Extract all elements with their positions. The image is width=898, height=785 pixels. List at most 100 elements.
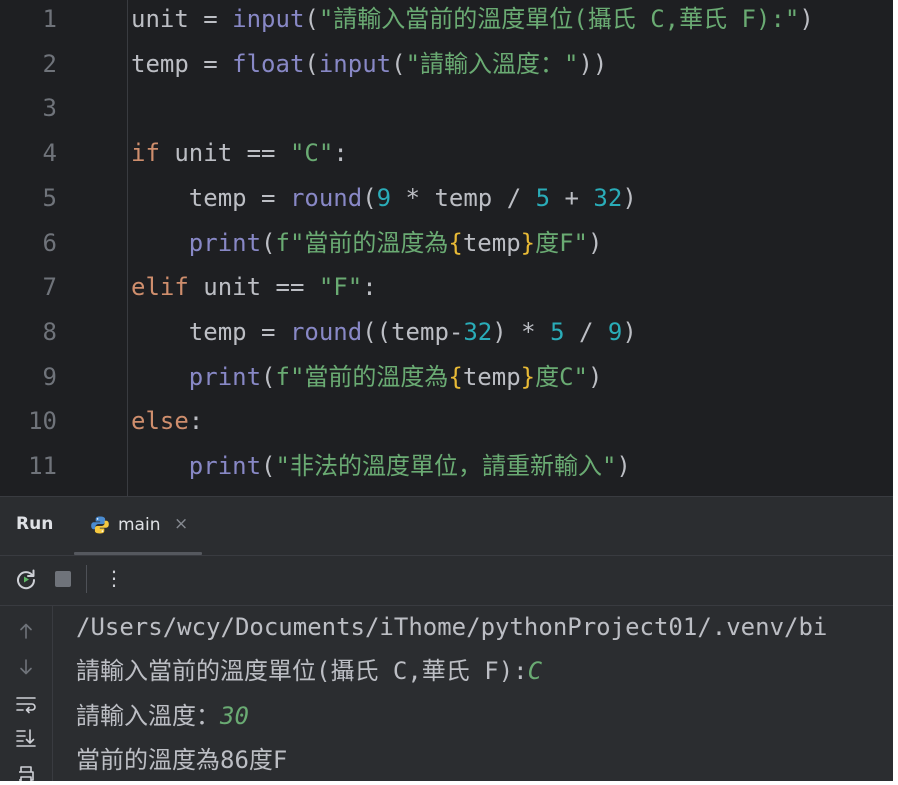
line-number: 6 (42, 228, 57, 257)
code-token: temp = (131, 183, 290, 212)
code-token: ) (616, 452, 631, 480)
line-number: 11 (28, 452, 57, 480)
line-number: 5 (42, 183, 57, 212)
print-icon[interactable] (14, 763, 38, 781)
console-line: 請輸入溫度：30 (76, 694, 249, 738)
line-number: 1 (42, 5, 57, 33)
line-number: 7 (42, 273, 57, 302)
code-token: unit = (131, 5, 233, 33)
code-token: ) (588, 362, 603, 391)
code-token: } (520, 362, 536, 391)
code-token: ((temp- (362, 317, 464, 346)
code-token: print (188, 362, 262, 391)
code-token: ( (304, 5, 319, 33)
code-token: { (448, 362, 463, 391)
code-token: ) (622, 317, 637, 346)
console-line: 請輸入當前的溫度單位(攝氏 C,華氏 F):C (76, 649, 542, 693)
code-token: )) (578, 49, 608, 78)
code-line: 4 if unit == "C": (0, 131, 893, 175)
line-number: 3 (42, 94, 57, 123)
scroll-down-icon[interactable] (14, 655, 38, 679)
code-line: 3 (0, 86, 893, 130)
code-line: 11 print("非法的溫度單位，請重新輸入") (0, 444, 893, 488)
close-icon[interactable]: × (174, 514, 188, 534)
user-input-text: 30 (220, 702, 249, 730)
code-text: unit = input("請輸入當前的溫度單位(攝氏 C,華氏 F):") (131, 0, 814, 41)
code-token: input (318, 49, 392, 78)
scroll-to-end-icon[interactable] (14, 726, 38, 750)
code-text: if unit == "C": (131, 131, 348, 175)
stop-icon[interactable] (55, 571, 71, 587)
code-token: 5 (550, 317, 565, 346)
code-text: temp = round((temp-32) * 5 / 9) (131, 310, 637, 354)
code-token: print (188, 228, 262, 257)
code-token: { (448, 228, 463, 257)
code-line: 7 elif unit == "F": (0, 265, 893, 309)
tab-label: main (118, 515, 161, 535)
line-number: 4 (42, 139, 57, 168)
code-token: input (232, 5, 305, 33)
code-token: : (362, 273, 377, 302)
scroll-up-icon[interactable] (14, 619, 38, 643)
code-token: : (188, 407, 204, 436)
code-token: round (289, 183, 363, 212)
run-title: Run (16, 514, 54, 534)
console-gutter (0, 605, 53, 781)
code-token: } (520, 228, 536, 257)
code-editor[interactable]: 1 unit = input("請輸入當前的溫度單位(攝氏 C,華氏 F):") 2… (0, 0, 893, 496)
code-text: temp = round(9 * temp / 5 + 32) (131, 176, 637, 220)
code-text: elif unit == "F": (131, 265, 377, 309)
toolbar-separator (86, 565, 87, 593)
console-line: 當前的溫度為86度F (76, 746, 288, 774)
code-line: 6 print(f"當前的溫度為{temp}度F") (0, 221, 893, 265)
code-line: 8 temp = round((temp-32) * 5 / 9) (0, 310, 893, 354)
code-token: 9 (607, 317, 623, 346)
run-tool-window: Run main × ⋮ /Users/wcy/Documents/iThome… (0, 496, 893, 781)
run-header: Run main × (0, 497, 893, 556)
soft-wrap-icon[interactable] (14, 692, 38, 716)
line-number: 9 (42, 362, 57, 391)
code-token: 度F" (535, 228, 589, 257)
code-token: elif (131, 273, 189, 302)
code-token: ( (362, 183, 377, 212)
code-token: f"當前的溫度為 (275, 362, 449, 391)
code-token: ( (261, 228, 276, 257)
code-token: ( (304, 49, 319, 78)
code-token: 度C" (535, 362, 589, 391)
code-token: unit == (188, 273, 319, 302)
code-token: "請輸入溫度：" (405, 49, 579, 78)
rerun-icon[interactable] (14, 567, 38, 595)
code-token: unit == (159, 139, 290, 168)
prompt-text: 請輸入當前的溫度單位(攝氏 C,華氏 F): (76, 657, 528, 685)
more-options-icon[interactable]: ⋮ (104, 566, 124, 590)
code-text: print(f"當前的溫度為{temp}度C") (131, 355, 603, 399)
tab-main[interactable]: main × (74, 497, 202, 555)
code-token: "C" (289, 139, 334, 168)
code-text: print("非法的溫度單位，請重新輸入") (131, 444, 631, 488)
code-text: print(f"當前的溫度為{temp}度F") (131, 221, 603, 265)
code-token: "F" (318, 273, 363, 302)
line-number: 2 (42, 49, 57, 78)
code-line: 1 unit = input("請輸入當前的溫度單位(攝氏 C,華氏 F):") (0, 0, 893, 41)
code-token: / (564, 317, 608, 346)
code-token: temp = (131, 49, 233, 78)
code-token: ) (799, 5, 814, 33)
code-token: "非法的溫度單位，請重新輸入" (275, 452, 617, 480)
code-token: : (333, 139, 348, 168)
code-text: temp = float(input("請輸入溫度：")) (131, 42, 607, 86)
ide-window: 1 unit = input("請輸入當前的溫度單位(攝氏 C,華氏 F):") 2… (0, 0, 893, 781)
prompt-text: 請輸入溫度： (76, 702, 220, 730)
code-line: 2 temp = float(input("請輸入溫度：")) (0, 42, 893, 86)
code-token: 32 (463, 317, 493, 346)
code-token: ( (261, 362, 276, 391)
code-token: 32 (593, 183, 623, 212)
code-token: if (131, 139, 160, 168)
console-output[interactable]: /Users/wcy/Documents/iThome/pythonProjec… (52, 605, 893, 781)
code-token: ) (622, 183, 637, 212)
run-toolbar: ⋮ (0, 555, 893, 606)
code-line: 5 temp = round(9 * temp / 5 + 32) (0, 176, 893, 220)
code-token: print (188, 452, 262, 480)
console-line: /Users/wcy/Documents/iThome/pythonProjec… (76, 613, 828, 641)
